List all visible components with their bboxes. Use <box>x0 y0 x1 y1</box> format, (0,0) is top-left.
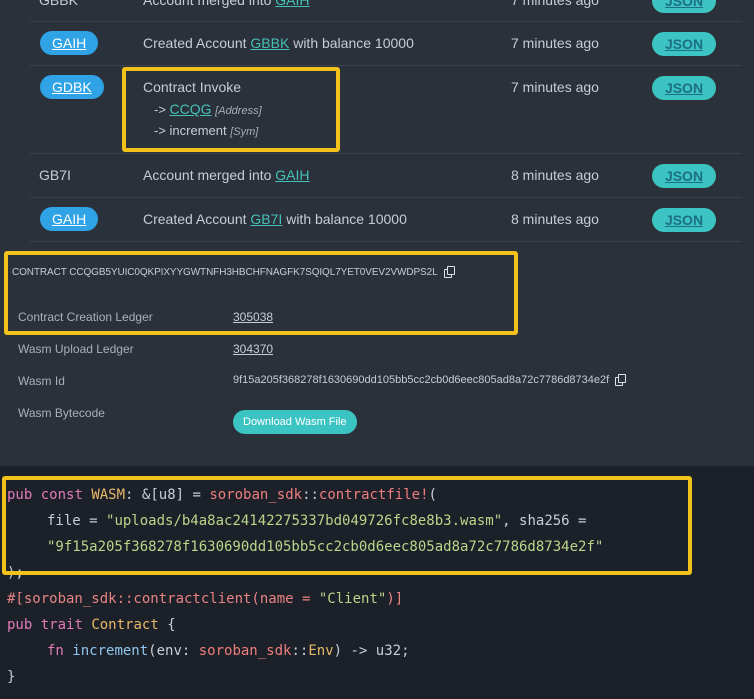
json-button[interactable]: JSON <box>652 76 716 100</box>
operation-description: Created Account GBBK with balance 10000 <box>143 35 414 51</box>
code-line: #[soroban_sdk::contractclient(name = "Cl… <box>7 591 404 607</box>
copy-icon[interactable] <box>615 374 627 386</box>
wasm-id-label: Wasm Id <box>18 374 65 388</box>
operation-time: 7 minutes ago <box>511 79 599 95</box>
json-button[interactable]: JSON <box>652 208 716 232</box>
operation-description: Account merged into GAIH <box>143 0 310 8</box>
json-button[interactable]: JSON <box>652 164 716 188</box>
account-link[interactable]: GB7I <box>250 211 282 227</box>
table-row: GBBK Account merged into GAIH 7 minutes … <box>30 0 742 22</box>
table-row: GAIH Created Account GBBK with balance 1… <box>30 22 742 66</box>
operation-description: Account merged into GAIH <box>143 167 310 183</box>
wasm-id-value: 9f15a205f368278f1630690dd105bb5cc2cb0d6e… <box>233 374 627 386</box>
upload-ledger-link[interactable]: 304370 <box>233 342 273 356</box>
table-row: GAIH Created Account GB7I with balance 1… <box>30 198 742 242</box>
operation-time: 8 minutes ago <box>511 211 599 227</box>
code-editor: pub const WASM: &[u8] = soroban_sdk::con… <box>0 466 754 699</box>
account-link[interactable]: GAIH <box>275 0 309 8</box>
json-button[interactable]: JSON <box>652 32 716 56</box>
account-link[interactable]: GAIH <box>275 167 309 183</box>
operation-time: 7 minutes ago <box>511 0 599 8</box>
operation-description: Created Account GB7I with balance 10000 <box>143 211 407 227</box>
source-account: GB7I <box>39 167 71 183</box>
highlight-box <box>4 251 518 335</box>
highlight-box <box>2 476 692 575</box>
highlight-box <box>122 67 340 152</box>
operation-time: 7 minutes ago <box>511 35 599 51</box>
source-account-badge[interactable]: GAIH <box>40 31 99 55</box>
source-account-badge[interactable]: GAIH <box>40 207 99 231</box>
code-line: pub trait Contract { <box>7 617 176 633</box>
table-row: GB7I Account merged into GAIH 8 minutes … <box>30 154 742 198</box>
json-button[interactable]: JSON <box>652 0 716 13</box>
wasm-bytecode-label: Wasm Bytecode <box>18 406 105 420</box>
download-wasm-button[interactable]: Download Wasm File <box>233 410 357 434</box>
upload-ledger-label: Wasm Upload Ledger <box>18 342 134 356</box>
transaction-panel: GBBK Account merged into GAIH 7 minutes … <box>0 0 754 466</box>
code-line: } <box>7 669 16 685</box>
source-account: GBBK <box>39 0 78 8</box>
account-link[interactable]: GBBK <box>250 35 289 51</box>
code-line: fn increment(env: soroban_sdk::Env) -> u… <box>47 643 410 659</box>
operation-time: 8 minutes ago <box>511 167 599 183</box>
source-account-badge[interactable]: GDBK <box>40 75 104 99</box>
